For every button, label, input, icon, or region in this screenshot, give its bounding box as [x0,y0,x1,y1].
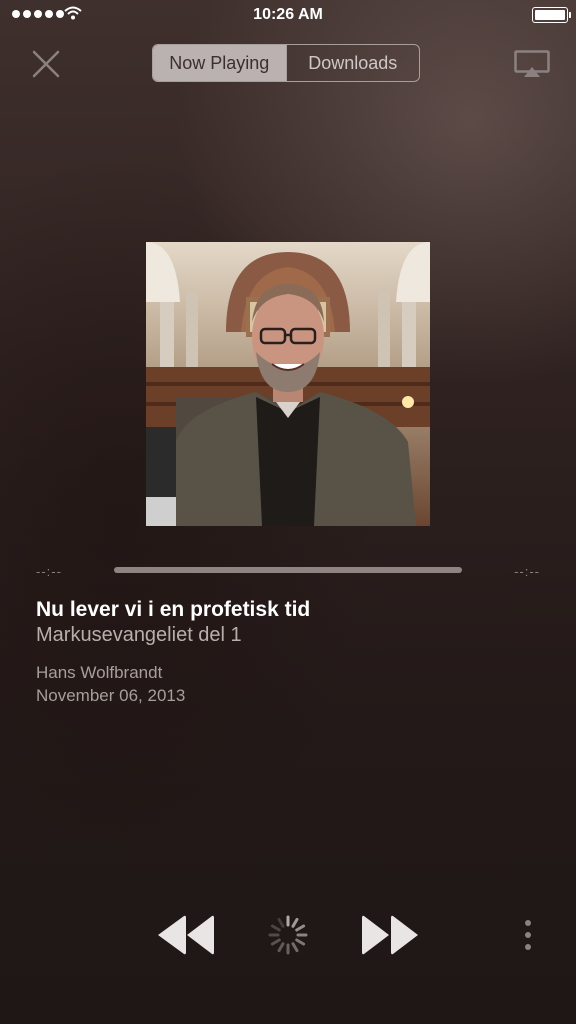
tab-downloads[interactable]: Downloads [285,45,420,81]
album-artwork [146,242,430,526]
more-vertical-icon[interactable] [520,918,536,952]
tab-now-playing[interactable]: Now Playing [153,45,286,81]
airplay-icon[interactable] [514,50,550,78]
elapsed-time: --:-- [36,564,62,579]
loading-spinner-icon [268,915,308,955]
battery-icon [532,7,571,23]
status-time: 10:26 AM [253,6,323,23]
episode-date: November 06, 2013 [36,686,186,705]
remaining-time: --:-- [514,564,540,579]
progress-slider[interactable] [114,567,462,573]
episode-title: Nu lever vi i en profetisk tid [36,598,311,621]
series-title: Markusevangeliet del 1 [36,624,242,646]
speaker-name: Hans Wolfbrandt [36,663,163,682]
fast-forward-icon[interactable] [360,914,420,956]
rewind-icon[interactable] [156,914,216,956]
status-bar: 10:26 AM [0,0,576,30]
close-icon[interactable] [30,48,62,80]
view-switcher: Now Playing Downloads [152,44,420,82]
